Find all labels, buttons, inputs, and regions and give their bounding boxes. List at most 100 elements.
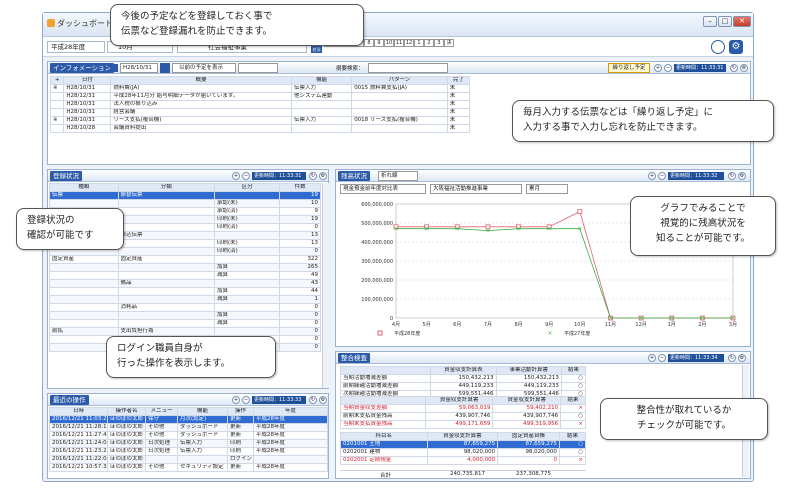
balance-zoom-in-icon[interactable]: +: [648, 172, 656, 180]
ops-row[interactable]: 2016/12/21 11:27:42 ほのぼの太郎 その他 ダッシュボード 更新 平成2…: [49, 431, 328, 440]
year-field[interactable]: 平成28年度: [47, 41, 105, 53]
ops-refresh-icon[interactable]: ↻: [309, 396, 317, 404]
int2-row[interactable]: 前期末支払資金残高 439,907,746 439,907,746 ○: [340, 412, 586, 421]
ops-row[interactable]: 2016/12/21 10:57:34 ほのぼの太郎 その他 セキュリティ設定 更新 平成…: [49, 463, 328, 472]
reg-row[interactable]: 承認(未) 10: [49, 199, 321, 208]
info-row[interactable]: H28/10/28 会議資料提出 未: [49, 124, 471, 133]
reg-refresh-icon[interactable]: ↻: [309, 172, 317, 180]
balance-filter-3[interactable]: 累月: [526, 184, 568, 194]
balance-filter-2[interactable]: 大阪福祉活動推進事業: [430, 184, 522, 194]
minimize-button[interactable]: –: [703, 16, 717, 27]
reg-col-header: 区分: [213, 183, 281, 192]
ops-row[interactable]: 2016/12/21 11:22:07 ほのぼの太郎 ログイン: [49, 455, 328, 464]
reg-row[interactable]: 減算 0: [49, 319, 321, 328]
ops-cell-m: その他: [145, 463, 178, 472]
ops-settings-icon[interactable]: ⚙: [319, 396, 327, 404]
month-cell-10[interactable]: 10: [384, 39, 394, 47]
ops-row[interactable]: 2016/12/21 11:03:26 ほのぼの太郎 保守 月次(認定) 更新 平成28年…: [49, 415, 328, 424]
zoom-in-icon[interactable]: +: [654, 64, 662, 72]
reg-row[interactable]: 消耗品 0: [49, 303, 321, 312]
int3-row[interactable]: 0202001 建物 98,020,000 98,020,000 ○: [340, 448, 587, 457]
month-cell-2[interactable]: 2: [424, 39, 434, 47]
integrity-zoom-out-icon[interactable]: −: [658, 354, 666, 362]
info-row[interactable]: ※ H28/10/31 リース支払(複合機) 伝票入力 0018 リース支払(複合機) 未: [49, 116, 471, 125]
reg-cell-b: 振替伝票: [117, 191, 215, 200]
int2-col-header: 結果: [560, 396, 586, 405]
maximize-button[interactable]: □: [718, 16, 732, 27]
reg-row[interactable]: 備品 43: [49, 279, 321, 288]
ops-row[interactable]: 2016/12/21 11:28:11 ほのぼの太郎 その他 ダッシュボード 更新 平成2…: [49, 423, 328, 432]
month-cell-8[interactable]: 8: [364, 39, 374, 47]
info-refresh-icon[interactable]: ↻: [730, 64, 738, 72]
reg-cell-b: [117, 223, 215, 232]
balance-settings-icon[interactable]: ⚙: [738, 172, 746, 180]
info-settings-icon[interactable]: ⚙: [740, 64, 748, 72]
data-point: ×: [730, 315, 735, 322]
info-col-header: +: [49, 76, 65, 85]
show-past-button[interactable]: 以前の予定を表示: [172, 63, 236, 73]
ops-row[interactable]: 2016/12/21 11:23:27 ほのぼの太郎 日次処理 伝票入力 印刷 平成28年…: [49, 447, 328, 456]
int2-cell-r: ×: [560, 420, 586, 429]
info-row[interactable]: H28/12/31 平成28年11月分 給与明細データが届いています。 他システム連…: [49, 92, 471, 101]
zoom-out-icon[interactable]: −: [664, 64, 672, 72]
gear-icon[interactable]: ⚙: [729, 40, 743, 54]
info-row[interactable]: H28/10/31 経営会議 未: [49, 108, 471, 117]
int2-row[interactable]: 当期末支払資金残高 499,171,659 499,319,956 ×: [340, 420, 586, 429]
int3-row[interactable]: 0202001 定期預金 4,000,000 0 ×: [340, 456, 587, 465]
pattern-search-input[interactable]: [368, 63, 448, 73]
int1-row[interactable]: 当期活動増減差額 150,432,213 150,432,213 ○: [339, 374, 587, 383]
ops-col-header: 機能: [177, 407, 228, 416]
reg-cell-c: 減算: [213, 319, 281, 328]
integrity-refresh-icon[interactable]: ↻: [728, 354, 736, 362]
ops-zoom-in-icon[interactable]: +: [232, 396, 240, 404]
calendar-icon[interactable]: [110, 64, 118, 72]
int3-row[interactable]: 0201001 土地 87,659,275 87,659,275 ○: [340, 440, 587, 449]
month-cell-決[interactable]: 決: [444, 39, 454, 47]
int2-row[interactable]: 当期資金収支差額 59,063,019 59,402,210 ×: [340, 404, 586, 413]
info-date-field[interactable]: H28/10/31: [120, 63, 158, 73]
reg-zoom-out-icon[interactable]: −: [242, 172, 250, 180]
reg-settings-icon[interactable]: ⚙: [319, 172, 327, 180]
reg-row[interactable]: 加算 0: [49, 311, 321, 320]
ops-zoom-out-icon[interactable]: −: [242, 396, 250, 404]
reg-row[interactable]: 加算 44: [49, 287, 321, 296]
info-cell-func: 伝票入力: [290, 116, 353, 125]
month-cell-9[interactable]: 9: [374, 39, 384, 47]
ops-cell-m: [145, 455, 178, 464]
month-cell-1[interactable]: 1: [414, 39, 424, 47]
reg-row[interactable]: 伝票 振替伝票 19: [49, 191, 321, 200]
reg-row[interactable]: 減算 49: [49, 271, 321, 280]
month-cell-11[interactable]: 11: [394, 39, 404, 47]
ops-panel: 最近の操作 + − 更新時間：11:33:33 ↻ ⚙ 日時 操作者名 メニュー 機能…: [47, 393, 329, 479]
reg-row[interactable]: 減算 1: [49, 295, 321, 304]
balance-header: 残高状況 折れ線 + − 更新時間：11:33:32 ↻ ⚙: [336, 170, 750, 182]
close-button[interactable]: ✕: [733, 16, 751, 27]
reg-zoom-in-icon[interactable]: +: [232, 172, 240, 180]
balance-zoom-out-icon[interactable]: −: [658, 172, 666, 180]
ops-cell-y: 平成28年度: [253, 439, 328, 448]
info-header: インフォメーション H28/10/31 以前の予定を表示 摘要検索： 繰り返し予…: [48, 62, 750, 74]
integrity-zoom-in-icon[interactable]: +: [648, 354, 656, 362]
reg-scrollbar[interactable]: [322, 183, 329, 388]
reg-col-header: 分類: [117, 183, 215, 192]
ops-row[interactable]: 2016/12/21 11:24:08 ほのぼの太郎 日次処理 伝票入力 印刷 平成28年…: [49, 439, 328, 448]
reg-row[interactable]: 前払 支出負担行為 0: [49, 327, 321, 336]
reg-cell-b: 固定資産: [117, 255, 215, 264]
prev-icon[interactable]: [160, 63, 170, 73]
filter-select[interactable]: [238, 63, 278, 73]
repeat-schedule-button[interactable]: 繰り返し予定: [608, 63, 650, 73]
balance-filter-1[interactable]: 現金預金前年度対比表: [340, 184, 426, 194]
reg-row[interactable]: 固定資産 固定資産 322: [49, 255, 321, 264]
info-row[interactable]: ※ H28/10/31 燃料費(JA) 伝票入力 0015 燃料費支払(JA) 未: [49, 84, 471, 93]
balance-refresh-icon[interactable]: ↻: [728, 172, 736, 180]
refresh-icon[interactable]: [711, 40, 725, 54]
int1-row[interactable]: 前期繰越活動増減差額 449,119,233 449,119,233 ○: [339, 382, 587, 391]
reg-cell-a: [49, 319, 119, 328]
month-cell-12[interactable]: 12: [404, 39, 414, 47]
chart-type-select[interactable]: 折れ線: [378, 171, 418, 181]
month-cell-3[interactable]: 3: [434, 39, 444, 47]
reg-row[interactable]: 加算 265: [49, 263, 321, 272]
balance-title: 残高状況: [338, 171, 370, 181]
integrity-settings-icon[interactable]: ⚙: [738, 354, 746, 362]
info-row[interactable]: H28/10/31 法人税の振り込み 未: [49, 100, 471, 109]
